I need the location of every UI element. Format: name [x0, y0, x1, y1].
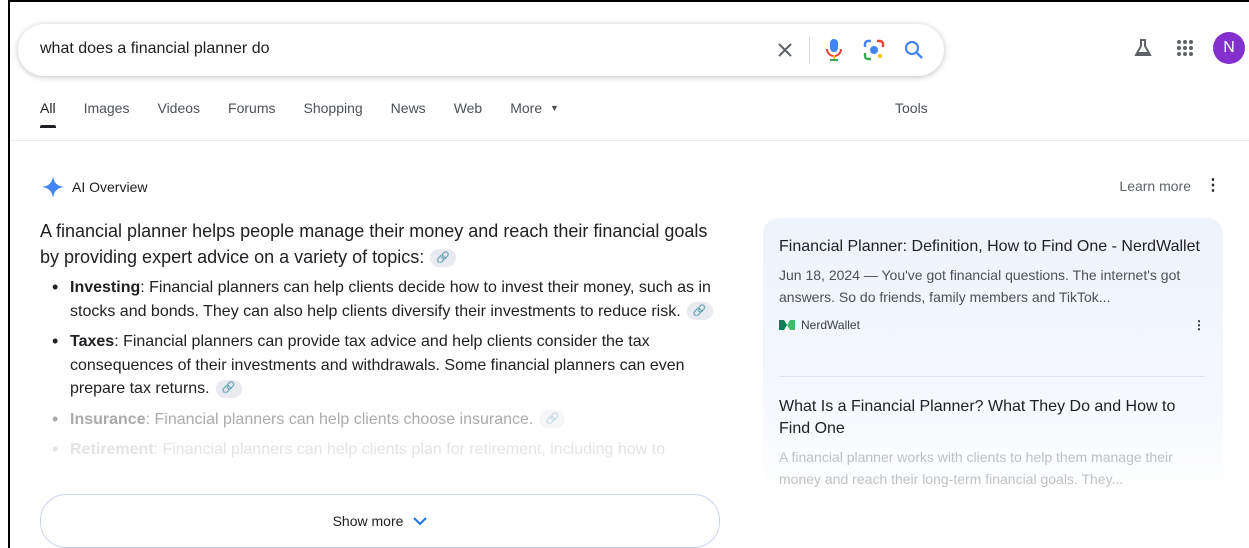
show-more-button[interactable]: Show more — [40, 494, 720, 548]
bullet-term: Taxes — [70, 333, 115, 350]
search-bar[interactable]: what does a financial planner do — [18, 24, 944, 76]
tab-news[interactable]: News — [391, 100, 426, 128]
tab-shopping[interactable]: Shopping — [304, 100, 363, 128]
ai-lead-paragraph: A financial planner helps people manage … — [40, 218, 730, 270]
learn-more-link[interactable]: Learn more — [1119, 178, 1191, 194]
labs-flask-icon[interactable] — [1129, 34, 1157, 62]
tab-videos[interactable]: Videos — [157, 100, 200, 128]
source-site-name: NerdWallet — [801, 318, 860, 332]
link-chip-icon[interactable]: 🔗 — [686, 302, 713, 321]
bullet-term: Investing — [70, 279, 141, 296]
link-chip-icon[interactable]: 🔗 — [539, 410, 566, 429]
tab-more-label: More — [510, 100, 543, 116]
search-icon[interactable] — [900, 36, 928, 64]
source-divider — [779, 376, 1205, 377]
bullet-term: Insurance — [70, 410, 146, 428]
ai-bullet-list: Investing: Financial planners can help c… — [40, 276, 730, 462]
tab-forums[interactable]: Forums — [228, 100, 275, 128]
list-item: Investing: Financial planners can help c… — [40, 276, 730, 323]
source-card[interactable]: Financial Planner: Definition, How to Fi… — [779, 236, 1205, 332]
ai-lead-text: A financial planner helps people manage … — [40, 221, 708, 267]
chevron-down-icon — [413, 517, 428, 526]
learn-more: Learn more ⋮ — [1119, 178, 1221, 195]
list-item: Insurance: Financial planners can help c… — [40, 408, 730, 432]
ai-overview-header: AI Overview — [42, 176, 147, 198]
microphone-icon[interactable] — [820, 36, 848, 64]
bullet-text: : Financial planners can help clients de… — [70, 279, 711, 320]
source-card[interactable]: What Is a Financial Planner? What They D… — [779, 396, 1205, 490]
search-divider — [809, 36, 810, 64]
ai-overview-answer: A financial planner helps people manage … — [40, 218, 730, 469]
gemini-sparkle-icon — [42, 176, 64, 198]
caret-down-icon: ▼ — [550, 103, 559, 113]
clear-icon[interactable] — [771, 36, 799, 64]
source-snippet: A financial planner works with clients t… — [779, 449, 1173, 487]
bullet-text: : Financial planners can provide tax adv… — [70, 333, 685, 397]
list-item: Retirement: Financial planners can help … — [40, 438, 730, 462]
tab-more[interactable]: More ▼ — [510, 100, 559, 128]
list-item: Taxes: Financial planners can provide ta… — [40, 330, 730, 401]
source-title[interactable]: What Is a Financial Planner? What They D… — [779, 396, 1205, 440]
source-options-icon[interactable]: ⋮ — [1193, 318, 1205, 332]
tools-button[interactable]: Tools — [895, 100, 928, 116]
ai-overview-title: AI Overview — [72, 179, 148, 195]
sources-panel: Financial Planner: Definition, How to Fi… — [763, 218, 1223, 498]
tab-all[interactable]: All — [40, 100, 56, 128]
search-input[interactable]: what does a financial planner do — [40, 40, 270, 58]
bullet-term: Retirement — [70, 441, 154, 458]
link-chip-icon[interactable]: 🔗 — [215, 379, 242, 398]
source-title[interactable]: Financial Planner: Definition, How to Fi… — [779, 236, 1205, 258]
tab-images[interactable]: Images — [84, 100, 130, 128]
more-options-icon[interactable]: ⋮ — [1205, 178, 1221, 194]
avatar[interactable]: N — [1213, 32, 1245, 64]
lens-icon[interactable] — [860, 36, 888, 64]
bullet-text: : Financial planners can help clients pl… — [153, 441, 665, 458]
tabs-divider — [10, 140, 1249, 141]
header-actions: N — [1129, 32, 1249, 64]
nerdwallet-logo-icon — [779, 320, 795, 330]
show-more-label: Show more — [332, 513, 404, 529]
link-chip-icon[interactable]: 🔗 — [430, 249, 457, 268]
bullet-text: : Financial planners can help clients ch… — [145, 410, 534, 428]
source-site: NerdWallet ⋮ — [779, 318, 1205, 332]
tab-web[interactable]: Web — [454, 100, 483, 128]
apps-grid-icon[interactable] — [1171, 34, 1199, 62]
source-snippet: Jun 18, 2024 — You've got financial ques… — [779, 267, 1181, 305]
search-tabs: All Images Videos Forums Shopping News W… — [40, 100, 587, 128]
